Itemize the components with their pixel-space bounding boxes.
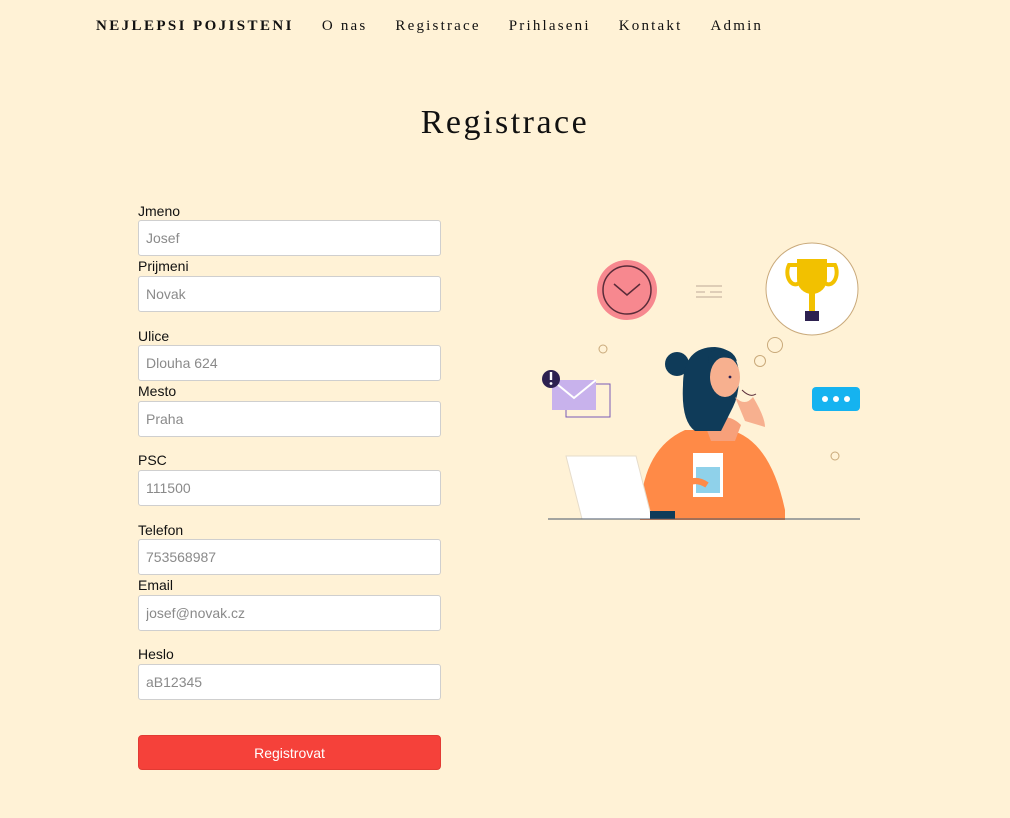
email-input[interactable] <box>138 595 441 631</box>
ulice-label: Ulice <box>138 328 170 344</box>
clock-icon <box>597 260 657 320</box>
prijmeni-input[interactable] <box>138 276 441 312</box>
nav-link-o-nas[interactable]: O nas <box>322 18 368 35</box>
nav-link-registrace[interactable]: Registrace <box>395 18 480 35</box>
dash-lines-icon <box>696 285 722 298</box>
ulice-input[interactable] <box>138 345 441 381</box>
nav-link-prihlaseni[interactable]: Prihlaseni <box>509 18 591 35</box>
trophy-icon <box>765 242 859 336</box>
telefon-input[interactable] <box>138 539 441 575</box>
heslo-input[interactable] <box>138 664 441 700</box>
page-title: Registrace <box>420 104 590 141</box>
mesto-input[interactable] <box>138 401 441 437</box>
jmeno-input[interactable] <box>138 220 441 256</box>
chat-bubble-icon <box>812 387 860 411</box>
top-navigation: NEJLEPSI POJISTENI O nas Registrace Prih… <box>96 17 791 35</box>
email-icon <box>542 370 611 418</box>
registration-illustration <box>542 242 860 520</box>
telefon-label: Telefon <box>138 522 184 538</box>
prijmeni-label: Prijmeni <box>138 258 189 274</box>
registrovat-button[interactable]: Registrovat <box>138 735 441 770</box>
jmeno-label: Jmeno <box>138 203 181 219</box>
nav-link-kontakt[interactable]: Kontakt <box>619 18 683 35</box>
heslo-label: Heslo <box>138 646 174 662</box>
nav-link-admin[interactable]: Admin <box>710 18 763 35</box>
psc-label: PSC <box>138 452 167 468</box>
brand-logo[interactable]: NEJLEPSI POJISTENI <box>96 18 294 35</box>
mesto-label: Mesto <box>138 383 177 399</box>
psc-input[interactable] <box>138 470 441 506</box>
email-label: Email <box>138 577 174 593</box>
